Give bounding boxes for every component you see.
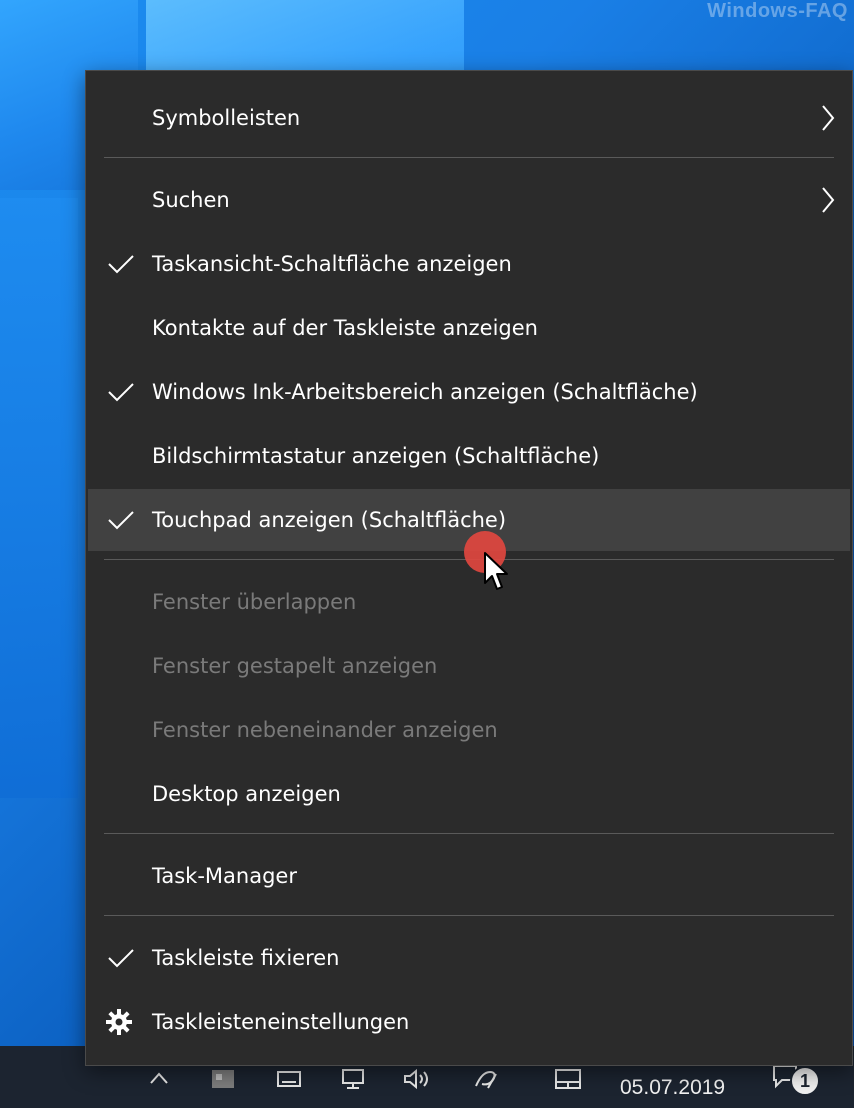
taskbar-context-menu: Symbolleisten Suchen Taskansicht-Schaltf… [85, 70, 853, 1066]
menu-separator [104, 157, 834, 158]
menu-item-taskansicht[interactable]: Taskansicht-Schaltfläche anzeigen [88, 233, 850, 295]
menu-item-label: Touchpad anzeigen (Schaltfläche) [152, 508, 507, 532]
network-icon[interactable] [340, 1068, 364, 1090]
gear-icon [106, 1009, 132, 1035]
checkmark-icon [108, 511, 134, 530]
menu-item-fenster-gestapelt: Fenster gestapelt anzeigen [88, 635, 850, 697]
checkmark-icon [108, 255, 134, 274]
menu-separator [104, 833, 834, 834]
menu-item-label: Desktop anzeigen [152, 782, 341, 806]
menu-item-task-manager[interactable]: Task-Manager [88, 845, 850, 907]
menu-item-symbolleisten[interactable]: Symbolleisten [88, 87, 850, 149]
wallpaper-pane [0, 198, 78, 798]
watermark: Windows-FAQ [707, 0, 848, 22]
menu-item-label: Fenster nebeneinander anzeigen [152, 718, 498, 742]
menu-item-label: Taskleisteneinstellungen [152, 1010, 410, 1034]
menu-item-windows-ink[interactable]: Windows Ink-Arbeitsbereich anzeigen (Sch… [88, 361, 850, 423]
menu-item-label: Taskleiste fixieren [152, 946, 340, 970]
menu-item-label: Kontakte auf der Taskleiste anzeigen [152, 316, 538, 340]
chevron-right-icon [822, 105, 835, 131]
chevron-up-icon[interactable] [148, 1068, 170, 1090]
action-center-button[interactable]: 1 [772, 1062, 820, 1096]
menu-item-label: Bildschirmtastatur anzeigen (Schaltfläch… [152, 444, 600, 468]
touch-keyboard-icon[interactable] [276, 1068, 301, 1090]
menu-item-label: Task-Manager [152, 864, 297, 888]
chevron-right-icon [822, 187, 835, 213]
taskbar-date[interactable]: 05.07.2019 [620, 1076, 725, 1100]
menu-item-label: Fenster überlappen [152, 590, 357, 614]
checkmark-icon [108, 383, 134, 402]
menu-item-desktop-anzeigen[interactable]: Desktop anzeigen [88, 763, 850, 825]
menu-item-taskleisteneinstellungen[interactable]: Taskleisteneinstellungen [88, 991, 850, 1053]
windows-ink-icon[interactable] [472, 1068, 497, 1090]
menu-item-fenster-ueberlappen: Fenster überlappen [88, 571, 850, 633]
menu-separator [104, 915, 834, 916]
menu-item-bildschirmtastatur[interactable]: Bildschirmtastatur anzeigen (Schaltfläch… [88, 425, 850, 487]
menu-item-suchen[interactable]: Suchen [88, 169, 850, 231]
mouse-cursor-icon [484, 552, 508, 590]
checkmark-icon [108, 949, 134, 968]
menu-item-label: Taskansicht-Schaltfläche anzeigen [152, 252, 512, 276]
app-icon[interactable] [210, 1068, 234, 1090]
menu-item-label: Suchen [152, 188, 230, 212]
menu-item-taskleiste-fixieren[interactable]: Taskleiste fixieren [88, 927, 850, 989]
touchpad-icon[interactable] [554, 1068, 581, 1090]
menu-item-kontakte[interactable]: Kontakte auf der Taskleiste anzeigen [88, 297, 850, 359]
menu-item-label: Symbolleisten [152, 106, 301, 130]
volume-icon[interactable] [402, 1068, 428, 1090]
menu-item-label: Fenster gestapelt anzeigen [152, 654, 438, 678]
notification-badge: 1 [790, 1066, 820, 1096]
menu-item-label: Windows Ink-Arbeitsbereich anzeigen (Sch… [152, 380, 698, 404]
menu-item-fenster-nebeneinander: Fenster nebeneinander anzeigen [88, 699, 850, 761]
